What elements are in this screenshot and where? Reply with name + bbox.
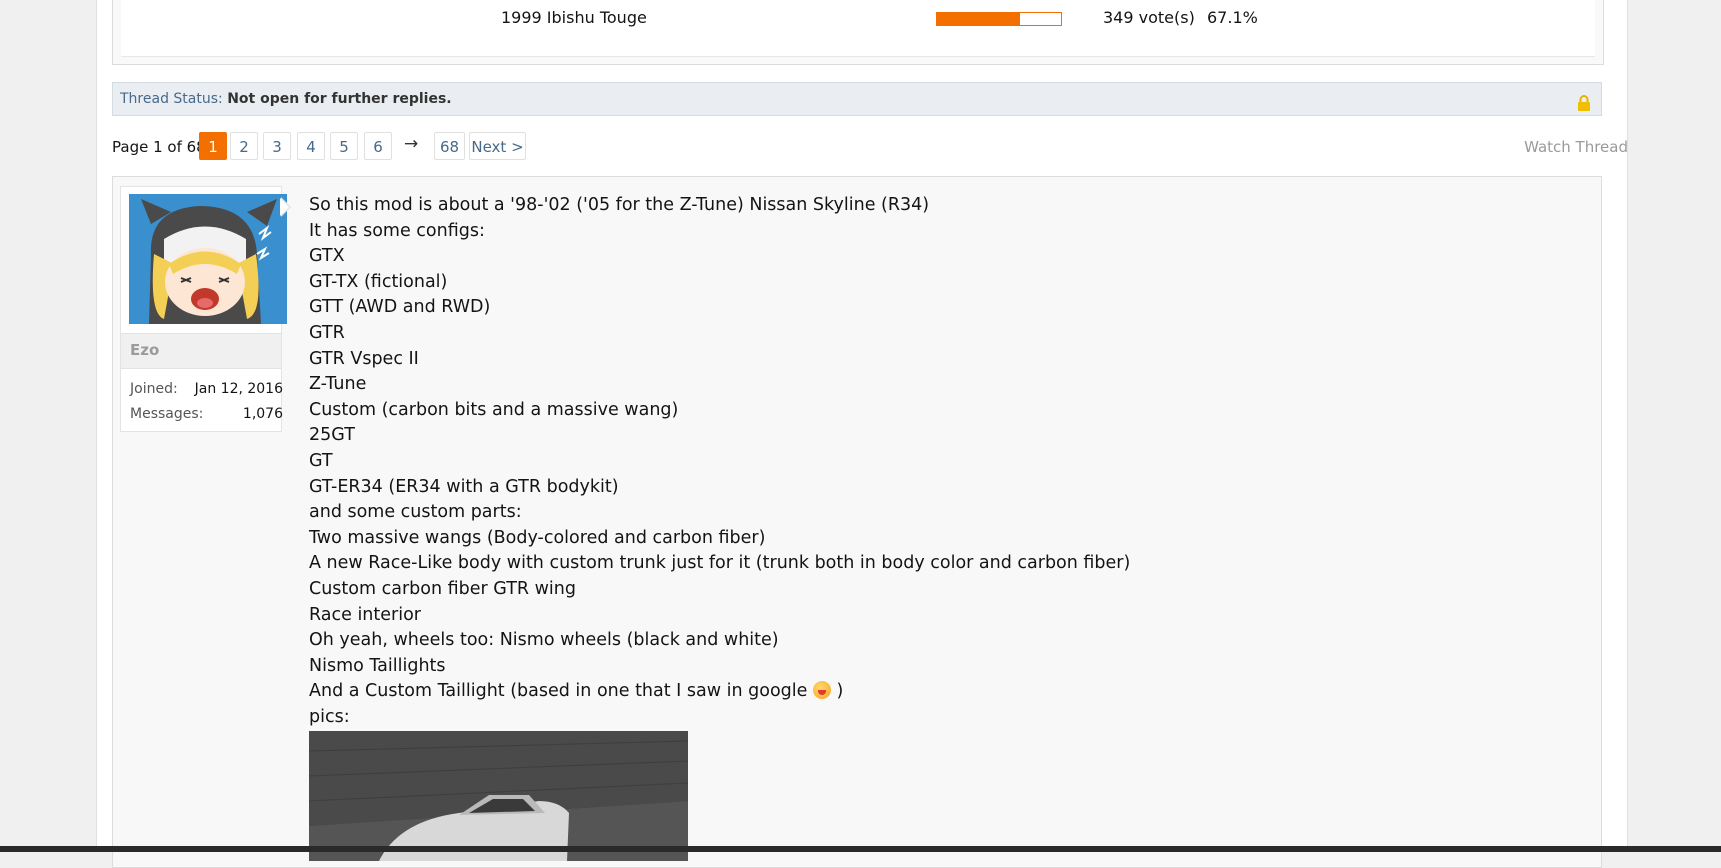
message-line: It has some configs:	[309, 220, 485, 241]
tongue-emoji-icon	[812, 681, 831, 700]
thread-status-value: Not open for further replies.	[227, 91, 452, 107]
page-link-1[interactable]: 1	[199, 132, 227, 160]
message-line: GT	[309, 450, 333, 471]
message-line: GTT (AWD and RWD)	[309, 297, 491, 318]
page-info: Page 1 of 68	[112, 138, 206, 156]
messages-value[interactable]: 1,076	[243, 406, 283, 422]
message-line: Z-Tune	[309, 374, 367, 395]
poll-option-label: 1999 Ibishu Touge	[501, 8, 647, 27]
avatar[interactable]	[129, 194, 287, 324]
page-link-2[interactable]: 2	[230, 132, 258, 160]
os-taskbar	[0, 846, 1721, 852]
poll-row: 1999 Ibishu Touge 349 vote(s) 67.1%	[121, 0, 1595, 57]
page-skip-arrow[interactable]: →	[404, 134, 418, 154]
page-link-4[interactable]: 4	[297, 132, 325, 160]
thread-status-label: Thread Status:	[120, 91, 223, 107]
page-container: 1999 Ibishu Touge 349 vote(s) 67.1% Thre…	[96, 0, 1628, 868]
thread-status-bar: Thread Status: Not open for further repl…	[112, 82, 1602, 116]
message-line: GT-ER34 (ER34 with a GTR bodykit)	[309, 476, 619, 497]
poll-percent-bar	[936, 12, 1062, 26]
message-text: And a Custom Taillight (based in one tha…	[309, 681, 813, 702]
post: Ezo Joined: Jan 12, 2016 Messages: 1,076…	[112, 176, 1602, 868]
page-link-6[interactable]: 6	[364, 132, 392, 160]
page-link-last[interactable]: 68	[434, 132, 465, 160]
joined-value: Jan 12, 2016	[194, 381, 283, 397]
message-line: GTR Vspec II	[309, 348, 419, 369]
message-line: Custom carbon fiber GTR wing	[309, 578, 576, 599]
next-page-button[interactable]: Next >	[469, 132, 526, 160]
watch-thread-link[interactable]: Watch Thread	[1524, 138, 1628, 156]
username[interactable]: Ezo	[121, 333, 281, 369]
message-line: GTX	[309, 246, 345, 267]
attached-car-image[interactable]	[309, 731, 688, 861]
message-pointer	[280, 197, 291, 217]
message-line: 25GT	[309, 425, 355, 446]
poll-bar-fill	[937, 13, 1021, 25]
poll-percentage: 67.1%	[1207, 8, 1258, 27]
joined-label: Joined:	[130, 381, 178, 397]
message-line-emoji: And a Custom Taillight (based in one tha…	[309, 679, 1579, 705]
message-line: Two massive wangs (Body-colored and carb…	[309, 527, 766, 548]
message-line: and some custom parts:	[309, 502, 522, 523]
user-info-card: Ezo Joined: Jan 12, 2016 Messages: 1,076	[120, 186, 287, 432]
page-link-5[interactable]: 5	[330, 132, 358, 160]
poll-results: 1999 Ibishu Touge 349 vote(s) 67.1%	[112, 0, 1604, 65]
message-line: pics:	[309, 706, 350, 727]
message-line: Nismo Taillights	[309, 655, 446, 676]
message-line: Race interior	[309, 604, 421, 625]
poll-vote-count: 349 vote(s)	[1103, 8, 1195, 27]
message-line: Custom (carbon bits and a massive wang)	[309, 399, 679, 420]
message-line: GT-TX (fictional)	[309, 271, 448, 292]
message-line: GTR	[309, 322, 345, 343]
message-line: So this mod is about a '98-'02 ('05 for …	[309, 195, 930, 215]
messages-label: Messages:	[130, 406, 204, 422]
message-body: So this mod is about a '98-'02 ('05 for …	[309, 193, 1579, 730]
message-line: A new Race-Like body with custom trunk j…	[309, 553, 1131, 574]
message-text: )	[830, 681, 844, 702]
page-link-3[interactable]: 3	[263, 132, 291, 160]
lock-icon	[1577, 91, 1591, 111]
message-line: Oh yeah, wheels too: Nismo wheels (black…	[309, 630, 779, 651]
